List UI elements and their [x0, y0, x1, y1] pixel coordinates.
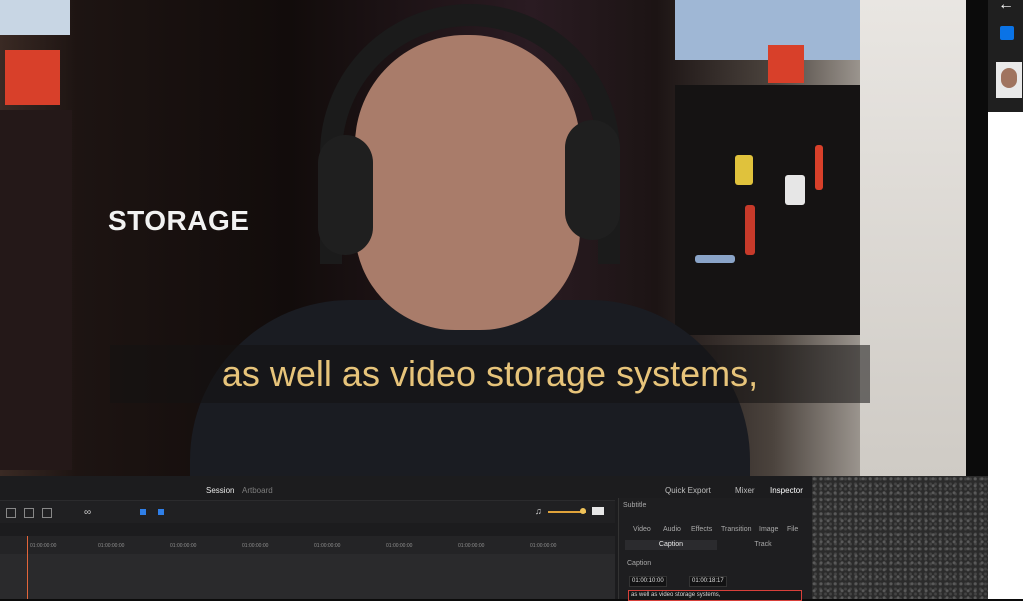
volume-value	[592, 507, 604, 515]
quick-export-button[interactable]: Quick Export	[665, 486, 711, 495]
select-tool-icon[interactable]	[6, 508, 16, 518]
right-wall	[860, 0, 966, 476]
tab-audio[interactable]: Audio	[663, 526, 681, 533]
tab-file[interactable]: File	[787, 526, 798, 533]
back-arrow-icon[interactable]: ←	[998, 0, 1014, 14]
pegboard	[675, 85, 885, 335]
caption-text-field[interactable]: as well as video storage systems,	[628, 590, 802, 601]
storage-title: STORAGE	[108, 205, 250, 236]
tab-effects[interactable]: Effects	[691, 526, 712, 533]
ruler-tick: 01:00:00:00	[242, 543, 269, 549]
earcup-left	[318, 135, 373, 255]
caption-heading: Caption	[627, 560, 652, 567]
tab-video[interactable]: Video	[633, 526, 651, 533]
inspector-panel: Subtitle Video Audio Effects Transition …	[618, 498, 813, 599]
timecode-in[interactable]: 01:00:10:00	[629, 576, 667, 587]
ruler-tick: 01:00:00:00	[314, 543, 341, 549]
timeline-tracks[interactable]	[0, 554, 615, 599]
blade-tool-icon[interactable]	[42, 508, 52, 518]
wall-poster	[0, 0, 70, 35]
tab-track[interactable]: Track	[719, 540, 807, 550]
background-texture	[812, 476, 988, 599]
wall-red-square-right	[768, 45, 804, 83]
track-color-icon[interactable]	[140, 509, 146, 515]
earcup-right	[565, 120, 620, 240]
app-icon[interactable]	[1000, 26, 1014, 40]
video-frame: STORAGE as well as video storage systems…	[0, 0, 966, 476]
ruler-tick: 01:00:00:00	[386, 543, 413, 549]
tab-image[interactable]: Image	[759, 526, 778, 533]
editor-tabbar: Session Artboard Quick Export Mixer Insp…	[0, 484, 812, 498]
ruler-tick: 01:00:00:00	[170, 543, 197, 549]
inspector-title: Subtitle	[623, 502, 647, 509]
avatar[interactable]	[996, 62, 1022, 98]
timeline-ruler[interactable]: 01:00:00:00 01:00:00:00 01:00:00:00 01:0…	[0, 536, 615, 554]
wall-red-square	[5, 50, 60, 105]
volume-handle[interactable]	[580, 508, 586, 514]
tab-artboard[interactable]: Artboard	[242, 486, 273, 495]
flag-icon[interactable]	[158, 509, 164, 515]
timeline-toolbar: ∞ ♫	[0, 500, 615, 523]
ruler-tick: 01:00:00:00	[458, 543, 485, 549]
timecode-out[interactable]: 01:00:18:17	[689, 576, 727, 587]
left-shelf	[0, 110, 72, 470]
ruler-tick: 01:00:00:00	[530, 543, 557, 549]
video-subtitle: as well as video storage systems,	[221, 353, 759, 394]
avatar-face	[1001, 68, 1017, 88]
volume-icon[interactable]: ♫	[535, 506, 542, 516]
ruler-tick: 01:00:00:00	[30, 543, 57, 549]
trim-tool-icon[interactable]	[24, 508, 34, 518]
tab-caption[interactable]: Caption	[625, 540, 717, 550]
mixer-button[interactable]: Mixer	[735, 486, 755, 495]
tab-transition[interactable]: Transition	[721, 526, 751, 533]
inspector-button[interactable]: Inspector	[770, 486, 803, 495]
ruler-tick: 01:00:00:00	[98, 543, 125, 549]
side-panel-header: ←	[988, 0, 1023, 112]
snap-icon[interactable]: ∞	[84, 507, 91, 518]
playhead[interactable]	[27, 536, 28, 599]
tab-session[interactable]: Session	[206, 486, 234, 495]
